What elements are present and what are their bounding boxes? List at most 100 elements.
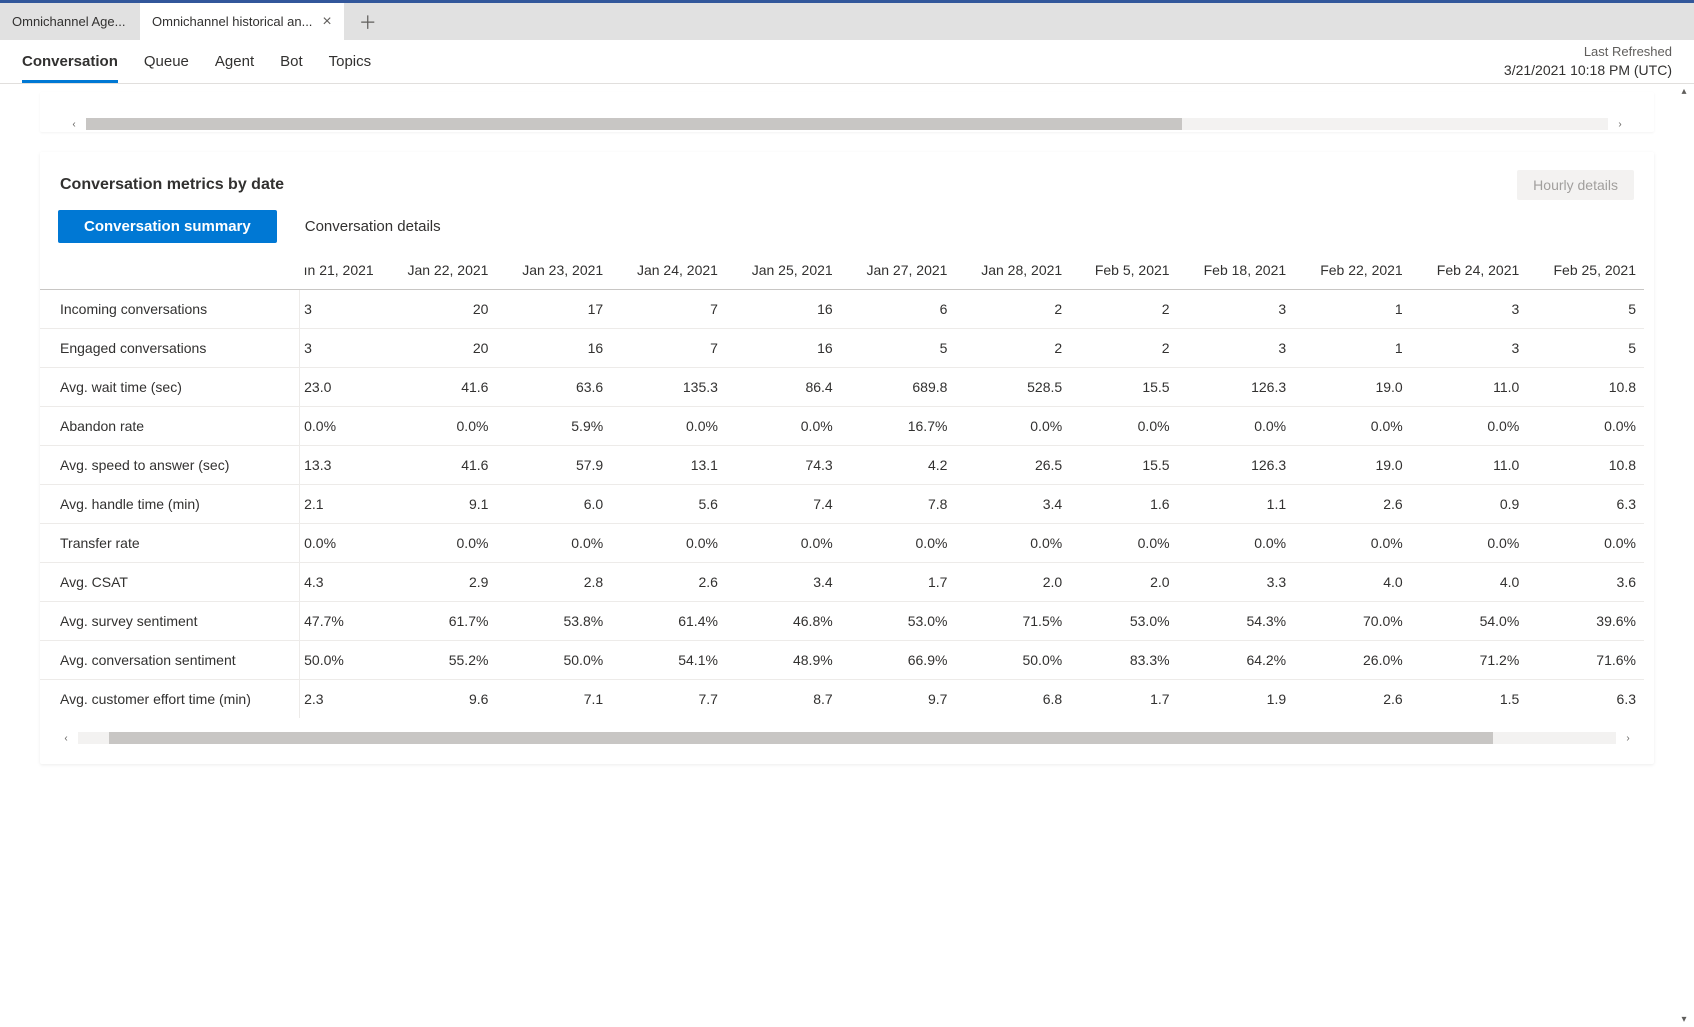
metric-name[interactable]: Avg. wait time (sec): [40, 368, 300, 407]
table-header-col[interactable]: Jan 27, 2021: [841, 251, 956, 290]
metric-value[interactable]: 1.7: [1070, 680, 1177, 719]
hourly-details-button[interactable]: Hourly details: [1517, 170, 1634, 200]
metric-value[interactable]: 19.0: [1294, 368, 1411, 407]
table-header-col[interactable]: Jan 22, 2021: [382, 251, 497, 290]
metric-value[interactable]: 71.2%: [1411, 641, 1528, 680]
metric-value[interactable]: 41.6: [382, 446, 497, 485]
metric-value[interactable]: 6.3: [1527, 485, 1644, 524]
metric-value[interactable]: 0.0%: [1070, 524, 1177, 563]
metric-value[interactable]: 126.3: [1178, 446, 1295, 485]
scroll-track[interactable]: [78, 732, 1616, 744]
vertical-scroll-indicator[interactable]: ▴ ▾: [1676, 84, 1692, 1027]
close-icon[interactable]: ×: [322, 14, 331, 30]
metric-value[interactable]: 39.6%: [1527, 602, 1644, 641]
metric-value[interactable]: 0.0%: [300, 407, 382, 446]
metric-value[interactable]: 53.8%: [496, 602, 611, 641]
table-header-col[interactable]: Feb 22, 2021: [1294, 251, 1411, 290]
metric-value[interactable]: 6.3: [1527, 680, 1644, 719]
metric-value[interactable]: 0.0%: [1294, 407, 1411, 446]
scroll-up-icon[interactable]: ▴: [1681, 86, 1686, 97]
metric-value[interactable]: 10.8: [1527, 446, 1644, 485]
metric-value[interactable]: 0.0%: [955, 407, 1070, 446]
metric-value[interactable]: 61.4%: [611, 602, 726, 641]
metric-value[interactable]: 126.3: [1178, 368, 1295, 407]
metric-value[interactable]: 53.0%: [841, 602, 956, 641]
metric-value[interactable]: 5: [1527, 290, 1644, 329]
metric-value[interactable]: 2.3: [300, 680, 382, 719]
metric-value[interactable]: 7.1: [496, 680, 611, 719]
metric-value[interactable]: 71.6%: [1527, 641, 1644, 680]
metric-value[interactable]: 54.3%: [1178, 602, 1295, 641]
tab-conversation[interactable]: Conversation: [22, 40, 118, 83]
metric-value[interactable]: 135.3: [611, 368, 726, 407]
table-header-col[interactable]: Jan 25, 2021: [726, 251, 841, 290]
table-header-col[interactable]: Feb 18, 2021: [1178, 251, 1295, 290]
metric-value[interactable]: 20: [382, 329, 497, 368]
metric-value[interactable]: 57.9: [496, 446, 611, 485]
metric-value[interactable]: 11.0: [1411, 368, 1528, 407]
metric-value[interactable]: 4.0: [1411, 563, 1528, 602]
metric-value[interactable]: 16.7%: [841, 407, 956, 446]
metric-value[interactable]: 66.9%: [841, 641, 956, 680]
scroll-thumb[interactable]: [86, 118, 1182, 130]
metric-value[interactable]: 1.9: [1178, 680, 1295, 719]
metric-value[interactable]: 54.0%: [1411, 602, 1528, 641]
metric-value[interactable]: 5.6: [611, 485, 726, 524]
metric-value[interactable]: 48.9%: [726, 641, 841, 680]
metric-name[interactable]: Avg. customer effort time (min): [40, 680, 300, 719]
metric-value[interactable]: 15.5: [1070, 446, 1177, 485]
metric-value[interactable]: 3.3: [1178, 563, 1295, 602]
metric-value[interactable]: 50.0%: [955, 641, 1070, 680]
metric-value[interactable]: 0.0%: [1178, 524, 1295, 563]
metric-value[interactable]: 17: [496, 290, 611, 329]
metric-value[interactable]: 13.1: [611, 446, 726, 485]
metric-value[interactable]: 7.8: [841, 485, 956, 524]
metric-value[interactable]: 6.0: [496, 485, 611, 524]
metric-name[interactable]: Abandon rate: [40, 407, 300, 446]
metric-value[interactable]: 0.0%: [1411, 407, 1528, 446]
scroll-right-icon[interactable]: ›: [1622, 733, 1634, 744]
metric-value[interactable]: 55.2%: [382, 641, 497, 680]
metric-value[interactable]: 2.9: [382, 563, 497, 602]
metric-value[interactable]: 9.7: [841, 680, 956, 719]
metric-value[interactable]: 1.6: [1070, 485, 1177, 524]
metric-value[interactable]: 2.1: [300, 485, 382, 524]
sub-tab-conversation-summary[interactable]: Conversation summary: [58, 210, 277, 243]
metric-value[interactable]: 54.1%: [611, 641, 726, 680]
metric-value[interactable]: 0.9: [1411, 485, 1528, 524]
metric-value[interactable]: 3: [1411, 329, 1528, 368]
metric-value[interactable]: 0.0%: [300, 524, 382, 563]
metric-value[interactable]: 16: [496, 329, 611, 368]
metric-value[interactable]: 63.6: [496, 368, 611, 407]
metric-name[interactable]: Avg. survey sentiment: [40, 602, 300, 641]
metric-value[interactable]: 4.2: [841, 446, 956, 485]
metric-value[interactable]: 2.6: [1294, 485, 1411, 524]
metric-value[interactable]: 7.7: [611, 680, 726, 719]
metric-value[interactable]: 50.0%: [300, 641, 382, 680]
metric-value[interactable]: 0.0%: [1527, 524, 1644, 563]
metric-value[interactable]: 2: [1070, 290, 1177, 329]
browser-tab-active[interactable]: Omnichannel historical an... ×: [140, 3, 344, 40]
table-header-col[interactable]: Feb 24, 2021: [1411, 251, 1528, 290]
metric-value[interactable]: 4.0: [1294, 563, 1411, 602]
metric-value[interactable]: 1.7: [841, 563, 956, 602]
metric-value[interactable]: 5.9%: [496, 407, 611, 446]
metric-value[interactable]: 7.4: [726, 485, 841, 524]
metric-value[interactable]: 1.5: [1411, 680, 1528, 719]
metric-value[interactable]: 0.0%: [726, 407, 841, 446]
metric-value[interactable]: 2.0: [1070, 563, 1177, 602]
metric-value[interactable]: 83.3%: [1070, 641, 1177, 680]
metric-value[interactable]: 2: [955, 329, 1070, 368]
metric-value[interactable]: 9.6: [382, 680, 497, 719]
metric-value[interactable]: 3: [1178, 290, 1295, 329]
metric-value[interactable]: 0.0%: [726, 524, 841, 563]
metric-value[interactable]: 0.0%: [1294, 524, 1411, 563]
metric-value[interactable]: 3: [300, 290, 382, 329]
metric-value[interactable]: 2.6: [1294, 680, 1411, 719]
scroll-thumb[interactable]: [109, 732, 1493, 744]
metric-value[interactable]: 23.0: [300, 368, 382, 407]
tab-agent[interactable]: Agent: [215, 40, 254, 83]
metric-value[interactable]: 10.8: [1527, 368, 1644, 407]
metric-value[interactable]: 0.0%: [1070, 407, 1177, 446]
metric-value[interactable]: 46.8%: [726, 602, 841, 641]
